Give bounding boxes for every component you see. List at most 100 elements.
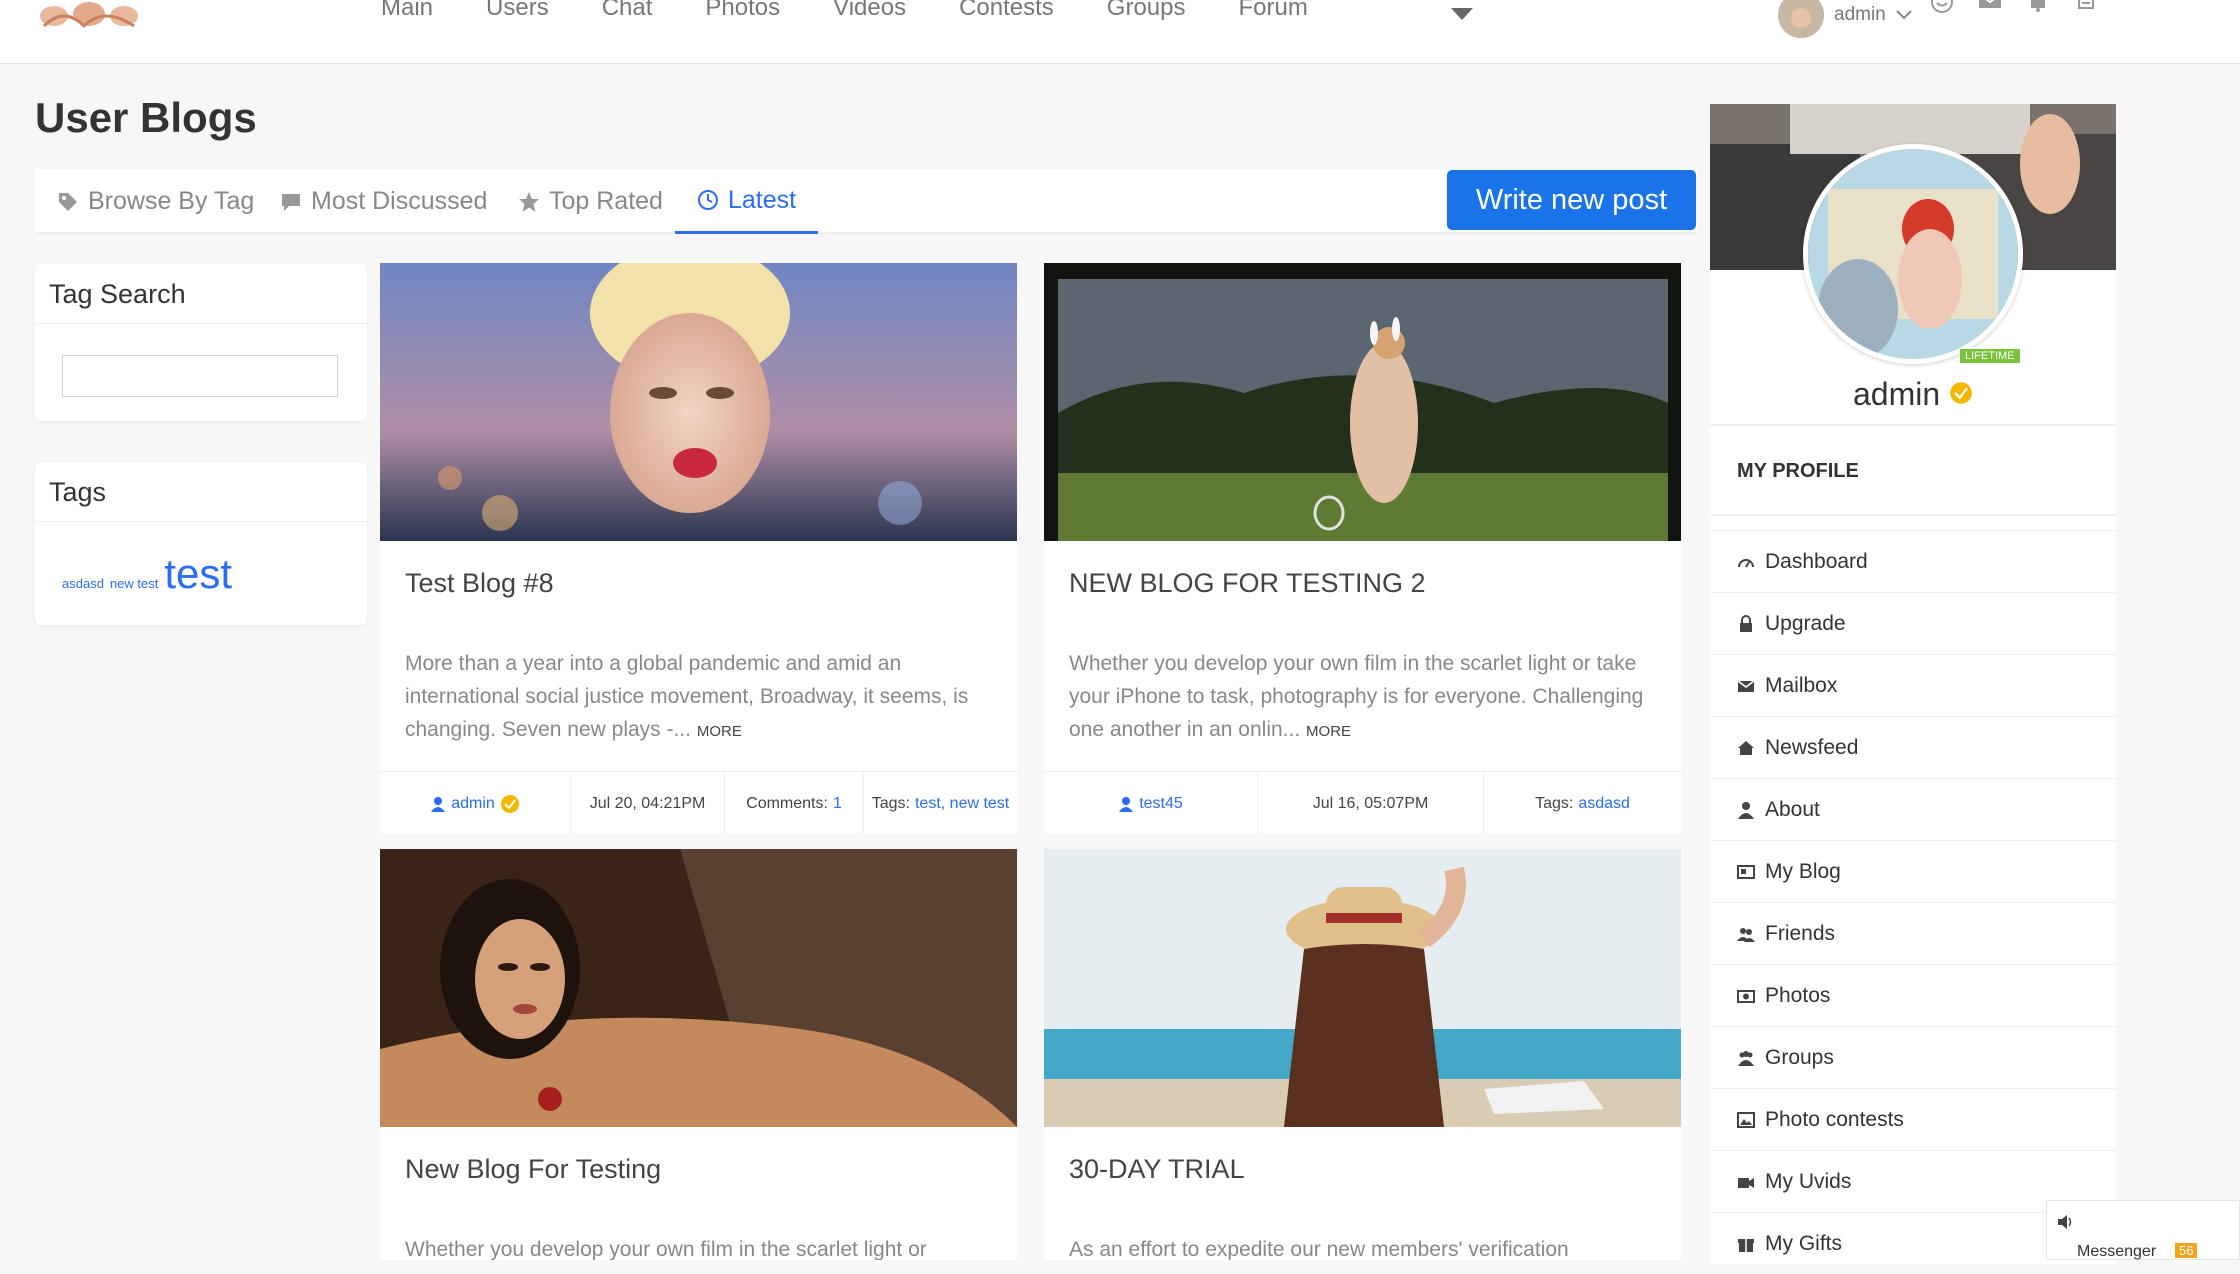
nav-photos[interactable]: Photos — [705, 0, 780, 22]
home-icon — [1738, 740, 1754, 755]
blog-card[interactable]: 30-DAY TRIAL As an effort to expedite ou… — [1044, 849, 1681, 1260]
verified-icon — [500, 795, 519, 813]
nav-users[interactable]: Users — [486, 0, 549, 22]
nav-contests[interactable]: Contests — [959, 0, 1054, 22]
blog-meta: admin Jul 20, 04:21PM Comments: 1 Tags: te… — [380, 771, 1017, 833]
profile-avatar[interactable] — [1803, 144, 2023, 364]
blog-thumbnail[interactable] — [380, 849, 1017, 1127]
chevron-down-icon — [1896, 10, 1912, 20]
comments-count[interactable]: 1 — [833, 795, 842, 813]
menu-about[interactable]: About — [1710, 778, 2116, 840]
nav-videos[interactable]: Videos — [833, 0, 906, 22]
blog-excerpt: As an effort to expedite our new members… — [1069, 1238, 1569, 1260]
user-icon — [431, 797, 446, 812]
blog-title[interactable]: 30-DAY TRIAL — [1069, 1154, 1245, 1185]
tab-latest[interactable]: Latest — [675, 169, 819, 234]
tag-link[interactable]: test — [164, 550, 232, 597]
menu-label: Upgrade — [1765, 611, 1846, 635]
menu-label: Dashboard — [1765, 549, 1868, 573]
blog-thumbnail[interactable] — [380, 263, 1017, 541]
bell-icon[interactable] — [2025, 0, 2051, 16]
dashboard-icon — [1738, 558, 1754, 568]
messenger-widget[interactable]: Messenger 56 — [2046, 1200, 2240, 1260]
messenger-label: Messenger — [2077, 1243, 2157, 1260]
menu-newsfeed[interactable]: Newsfeed — [1710, 716, 2116, 778]
comment-icon — [282, 193, 300, 211]
menu-upgrade[interactable]: Upgrade — [1710, 592, 2116, 654]
picture-icon — [1737, 1111, 1755, 1128]
menu-groups[interactable]: Groups — [1710, 1026, 2116, 1088]
blog-card[interactable]: Test Blog #8 More than a year into a glo… — [380, 263, 1017, 833]
nav-chat[interactable]: Chat — [602, 0, 653, 22]
tags-value[interactable]: asdasd — [1578, 795, 1630, 813]
blog-date: Jul 20, 04:21PM — [571, 771, 725, 833]
star-icon — [519, 191, 539, 212]
blog-author[interactable]: test45 — [1044, 771, 1258, 833]
friends-icon — [1737, 927, 1755, 942]
tag-link[interactable]: new test — [110, 576, 158, 591]
tag-search-title: Tag Search — [35, 264, 367, 324]
profile-sidebar: LIFETIME admin MY PROFILE Dashboard Upgr… — [1710, 104, 2116, 1264]
tab-label: Top Rated — [549, 187, 663, 215]
envelope-icon[interactable] — [1977, 0, 2003, 16]
nav-more-caret-icon[interactable] — [1450, 4, 1474, 24]
tab-label: Browse By Tag — [88, 187, 255, 215]
tags-value[interactable]: test, new test — [915, 795, 1009, 813]
blog-excerpt: Whether you develop your own film in the… — [1069, 647, 1659, 748]
tags-title: Tags — [35, 462, 367, 522]
blog-excerpt: Whether you develop your own film in the… — [405, 1238, 927, 1260]
list-icon[interactable] — [2073, 0, 2099, 16]
blog-card[interactable]: New Blog For Testing Whether you develop… — [380, 849, 1017, 1260]
blog-icon — [1737, 864, 1755, 879]
smiley-icon[interactable] — [1929, 0, 1955, 16]
more-link[interactable]: MORE — [697, 723, 742, 740]
top-header: Main Users Chat Photos Videos Contests G… — [0, 0, 2240, 64]
menu-label: About — [1765, 797, 1820, 821]
blog-thumbnail[interactable] — [1044, 263, 1681, 541]
gift-icon — [1738, 1238, 1754, 1252]
profile-name[interactable]: admin — [1853, 376, 1940, 412]
blog-author[interactable]: admin — [380, 771, 571, 833]
menu-photos[interactable]: Photos — [1710, 964, 2116, 1026]
menu-label: Mailbox — [1765, 673, 1838, 697]
header-avatar — [1778, 0, 1824, 38]
menu-label: My Gifts — [1765, 1231, 1842, 1255]
tags-label: Tags: — [1535, 795, 1574, 812]
menu-friends[interactable]: Friends — [1710, 902, 2116, 964]
menu-mailbox[interactable]: Mailbox — [1710, 654, 2116, 716]
tag-search-panel: Tag Search — [35, 264, 367, 421]
blog-thumbnail[interactable] — [1044, 849, 1681, 1127]
site-logo[interactable] — [34, 0, 150, 34]
page-title: User Blogs — [35, 94, 257, 141]
blog-card[interactable]: NEW BLOG FOR TESTING 2 Whether you devel… — [1044, 263, 1681, 833]
menu-dashboard[interactable]: Dashboard — [1710, 530, 2116, 592]
blog-title[interactable]: NEW BLOG FOR TESTING 2 — [1069, 568, 1426, 599]
tab-label: Latest — [728, 185, 797, 214]
tag-search-input[interactable] — [62, 355, 338, 397]
blog-title[interactable]: Test Blog #8 — [405, 568, 554, 599]
tag-link[interactable]: asdasd — [62, 576, 104, 591]
tags-panel: Tags asdasd new test test — [35, 462, 367, 625]
tab-browse-by-tag[interactable]: Browse By Tag — [57, 169, 254, 234]
nav-forum[interactable]: Forum — [1239, 0, 1308, 22]
user-icon — [1738, 801, 1754, 819]
user-menu[interactable]: admin — [1778, 0, 1912, 38]
blog-comments: Comments: 1 — [725, 771, 864, 833]
menu-my-blog[interactable]: My Blog — [1710, 840, 2116, 902]
author-name[interactable]: test45 — [1139, 795, 1183, 813]
lock-icon — [1740, 614, 1752, 632]
tab-top-rated[interactable]: Top Rated — [518, 169, 663, 234]
nav-main[interactable]: Main — [381, 0, 433, 22]
menu-label: My Blog — [1765, 859, 1841, 883]
blog-title[interactable]: New Blog For Testing — [405, 1154, 661, 1185]
menu-label: Photo contests — [1765, 1107, 1904, 1131]
blog-meta: test45 Jul 16, 05:07PM Tags: asdasd — [1044, 771, 1681, 833]
author-name[interactable]: admin — [451, 795, 495, 813]
write-new-post-button[interactable]: Write new post — [1447, 170, 1696, 230]
nav-groups[interactable]: Groups — [1107, 0, 1186, 22]
tags-label: Tags: — [871, 795, 910, 812]
tab-most-discussed[interactable]: Most Discussed — [280, 169, 487, 234]
menu-photo-contests[interactable]: Photo contests — [1710, 1088, 2116, 1150]
blog-tags: Tags: asdasd — [1484, 772, 1681, 834]
more-link[interactable]: MORE — [1306, 723, 1351, 740]
